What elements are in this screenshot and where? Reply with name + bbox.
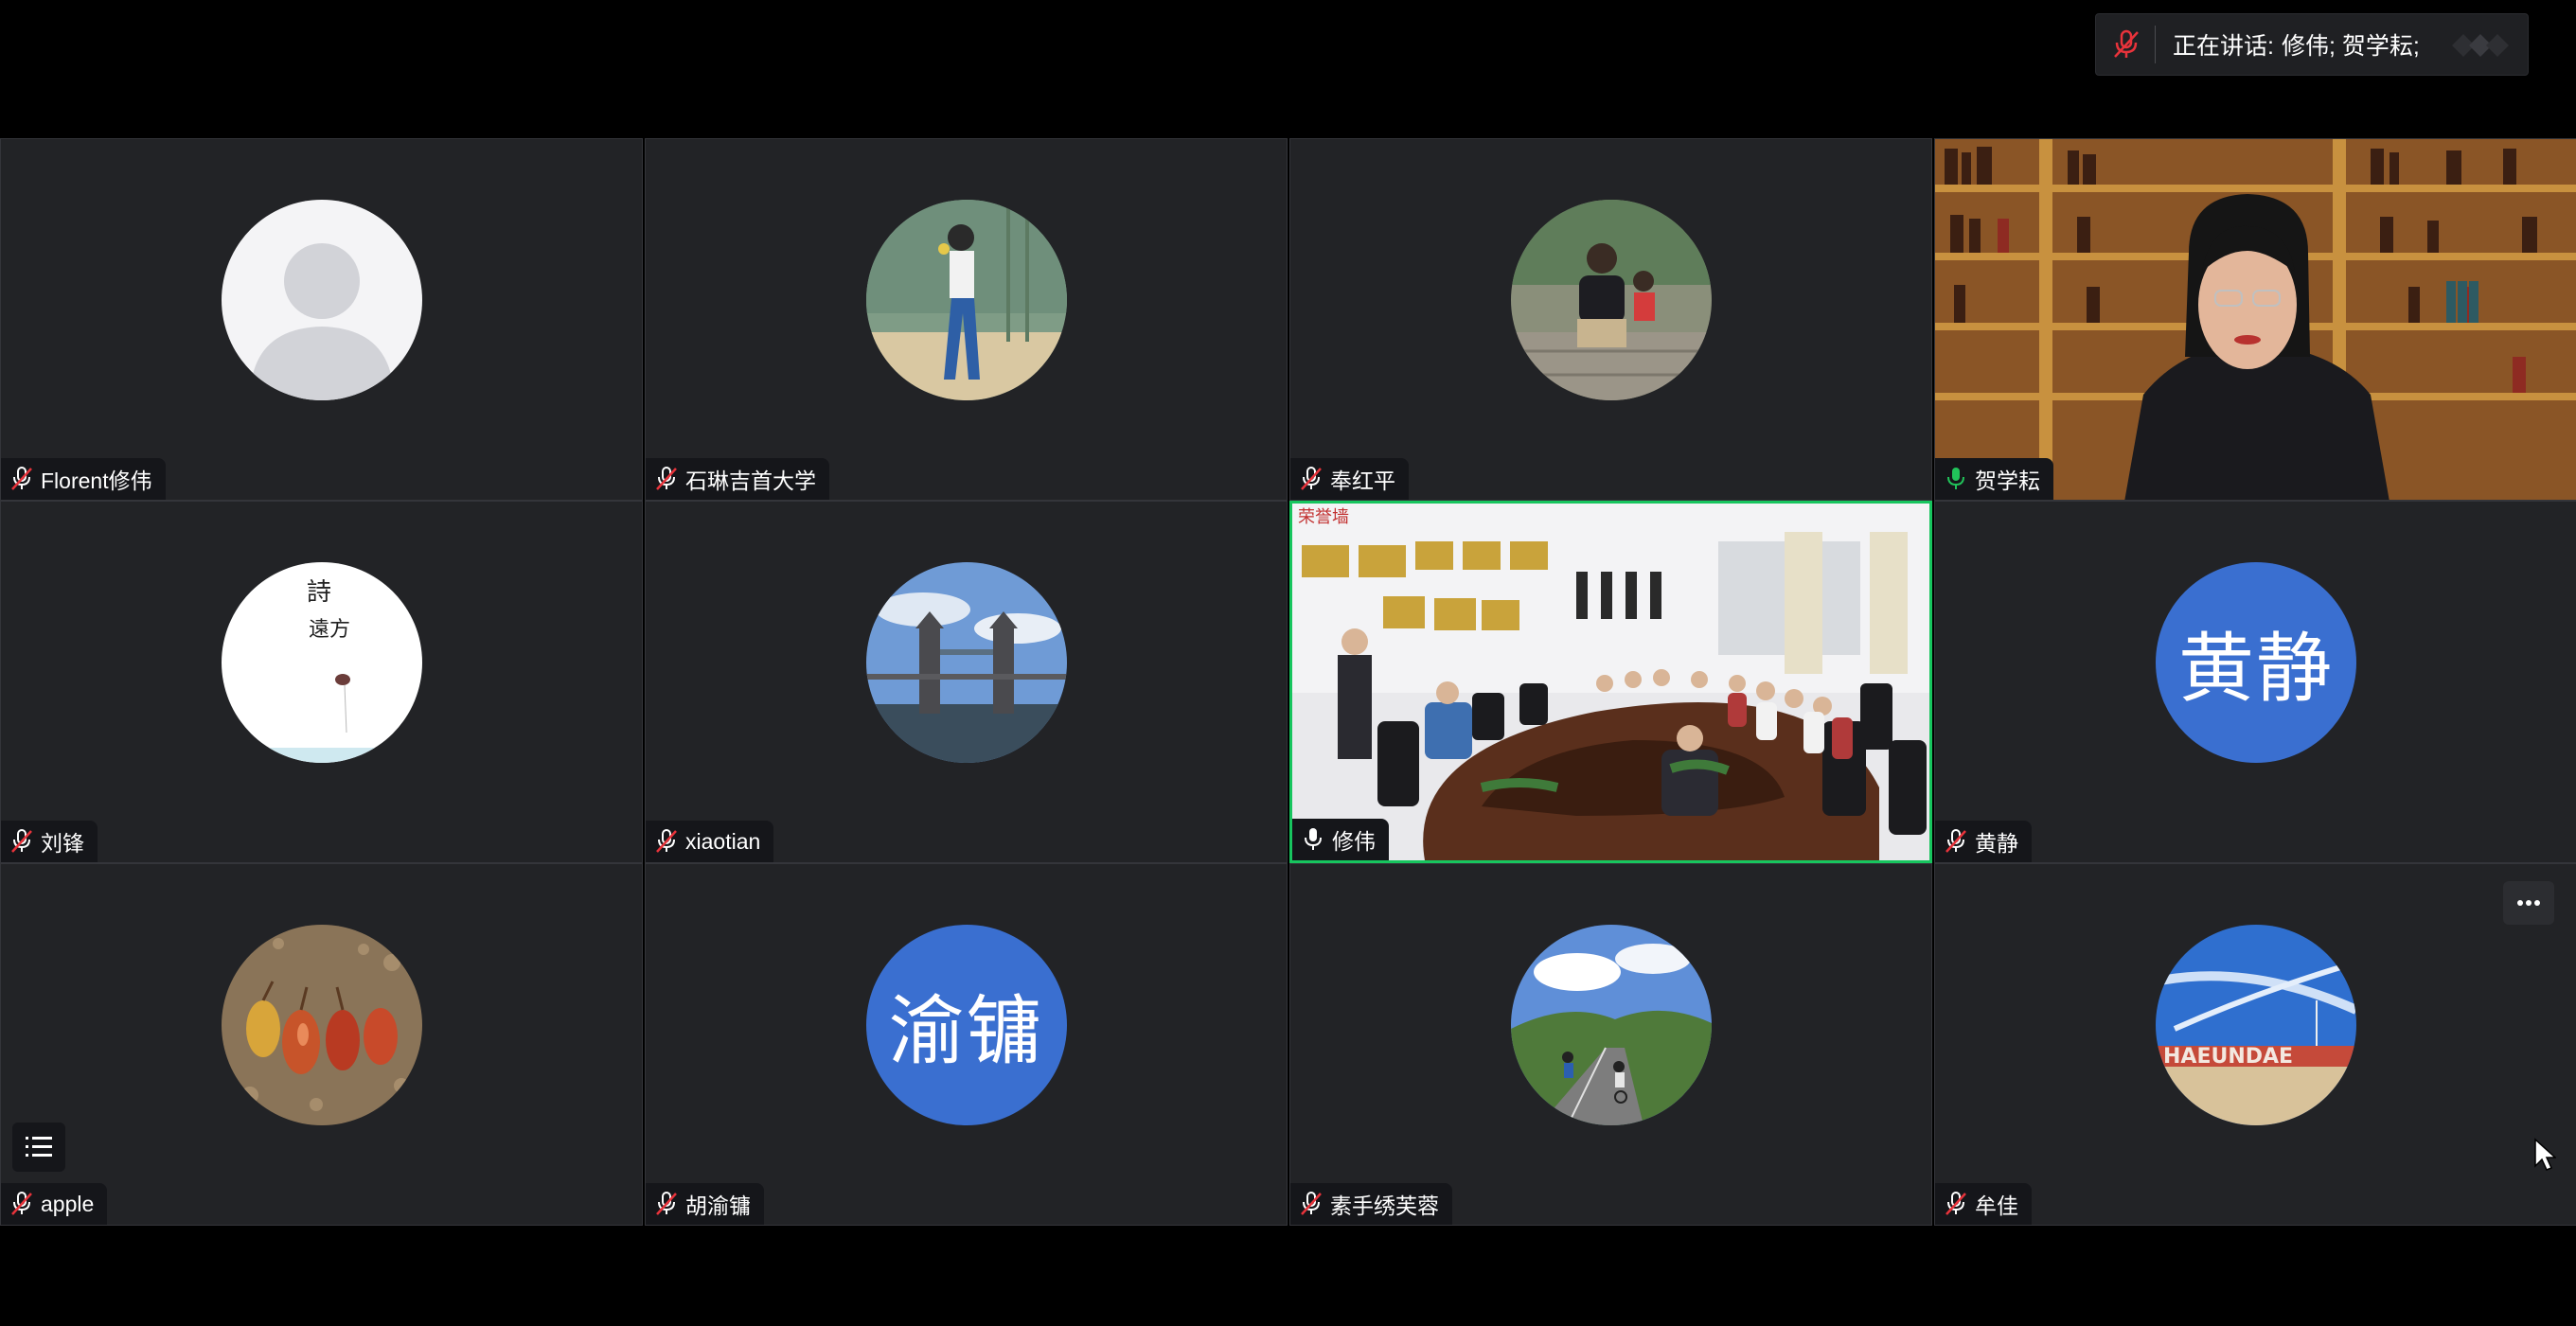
avatar bbox=[1510, 925, 1712, 1125]
avatar: 詩 遠方 bbox=[221, 562, 422, 763]
participant-tile[interactable]: xiaotian bbox=[645, 501, 1288, 863]
avatar bbox=[865, 562, 1067, 763]
participant-tile[interactable]: 黄静 黄静 bbox=[1934, 501, 2576, 863]
bottom-bar bbox=[0, 1226, 2576, 1326]
muted-mic-icon bbox=[653, 465, 680, 493]
speaking-label: 正在讲话: bbox=[2173, 33, 2274, 60]
participant-name: 牟佳 bbox=[1975, 1193, 2018, 1218]
participant-tile[interactable]: HAEUNDAE 牟佳 bbox=[1934, 863, 2576, 1226]
list-icon bbox=[26, 1137, 52, 1157]
muted-mic-icon bbox=[9, 1190, 35, 1218]
initials-avatar: 黄静 bbox=[2156, 562, 2356, 763]
speaking-text: 正在讲话: 修伟; 贺学耘; bbox=[2173, 27, 2420, 62]
svg-text:詩: 詩 bbox=[307, 578, 331, 607]
initials-avatar: 渝镛 bbox=[865, 925, 1067, 1125]
name-tag: 修伟 bbox=[1292, 819, 1389, 860]
participant-name: 石琳吉首大学 bbox=[685, 469, 816, 493]
participant-name: Florent修伟 bbox=[41, 469, 152, 493]
participant-name: xiaotian bbox=[685, 828, 761, 854]
participant-tile[interactable]: 詩 遠方 刘锋 bbox=[0, 501, 643, 863]
participant-name: 黄静 bbox=[1975, 831, 2018, 856]
name-tag: Florent修伟 bbox=[1, 458, 166, 500]
muted-mic-icon bbox=[653, 827, 680, 856]
name-tag: 胡渝镛 bbox=[646, 1183, 764, 1225]
svg-text:荣誉墙: 荣誉墙 bbox=[1298, 507, 1349, 527]
participant-name: 贺学耘 bbox=[1975, 469, 2040, 493]
collapse-handle-icon[interactable] bbox=[2444, 27, 2518, 63]
name-tag: 石琳吉首大学 bbox=[646, 458, 829, 500]
name-tag: 刘锋 bbox=[1, 821, 98, 862]
participant-tile[interactable]: 素手绣芙蓉 bbox=[1289, 863, 1932, 1226]
muted-mic-icon bbox=[9, 827, 35, 856]
participant-name: 刘锋 bbox=[41, 831, 84, 856]
meeting-screen: 正在讲话: 修伟; 贺学耘; Florent修伟 石琳吉首大学 奉红平 贺学耘 … bbox=[0, 0, 2576, 1326]
more-options-button[interactable] bbox=[2503, 881, 2554, 925]
muted-mic-icon bbox=[1943, 827, 1969, 856]
participant-name: 修伟 bbox=[1332, 829, 1376, 854]
name-tag: 素手绣芙蓉 bbox=[1290, 1183, 1452, 1225]
participant-name: 素手绣芙蓉 bbox=[1330, 1193, 1439, 1218]
mic-icon bbox=[1300, 825, 1326, 854]
participant-tile[interactable]: 石琳吉首大学 bbox=[645, 138, 1288, 501]
muted-mic-icon bbox=[653, 1190, 680, 1218]
avatar bbox=[1510, 200, 1712, 400]
participant-list-button[interactable] bbox=[12, 1123, 65, 1172]
participant-tile[interactable]: 贺学耘 bbox=[1934, 138, 2576, 501]
muted-mic-icon bbox=[1298, 465, 1324, 493]
name-tag: 黄静 bbox=[1935, 821, 2032, 862]
svg-text:遠方: 遠方 bbox=[309, 618, 350, 642]
participant-tile-active-speaker[interactable]: 荣誉墙 修伟 bbox=[1289, 501, 1932, 863]
participant-video: 荣誉墙 bbox=[1292, 504, 1929, 860]
participant-tile[interactable]: apple bbox=[0, 863, 643, 1226]
speaking-indicator: 正在讲话: 修伟; 贺学耘; bbox=[2095, 13, 2529, 76]
avatar: HAEUNDAE bbox=[2156, 925, 2356, 1125]
participant-grid: Florent修伟 石琳吉首大学 奉红平 贺学耘 詩 遠方 刘锋 xiaotia… bbox=[0, 138, 2576, 1226]
participant-tile[interactable]: 奉红平 bbox=[1289, 138, 1932, 501]
mic-icon bbox=[1943, 465, 1969, 493]
avatar bbox=[865, 200, 1067, 400]
name-tag: 牟佳 bbox=[1935, 1183, 2032, 1225]
participant-tile[interactable]: Florent修伟 bbox=[0, 138, 643, 501]
name-tag: 奉红平 bbox=[1290, 458, 1409, 500]
participant-video bbox=[1935, 139, 2576, 500]
name-tag: xiaotian bbox=[646, 821, 774, 862]
mouse-cursor-icon bbox=[2534, 1138, 2556, 1171]
avatar bbox=[221, 200, 422, 400]
avatar bbox=[221, 925, 422, 1125]
muted-mic-icon bbox=[1298, 1190, 1324, 1218]
more-icon bbox=[2517, 900, 2540, 906]
speaking-names: 修伟; 贺学耘; bbox=[2281, 33, 2420, 60]
participant-tile[interactable]: 渝镛 胡渝镛 bbox=[645, 863, 1288, 1226]
muted-mic-icon bbox=[9, 465, 35, 493]
top-bar: 正在讲话: 修伟; 贺学耘; bbox=[0, 0, 2576, 138]
participant-name: 胡渝镛 bbox=[685, 1193, 751, 1218]
muted-mic-icon bbox=[1943, 1190, 1969, 1218]
name-tag: apple bbox=[1, 1183, 108, 1225]
participant-name: 奉红平 bbox=[1330, 469, 1395, 493]
svg-text:HAEUNDAE: HAEUNDAE bbox=[2163, 1045, 2293, 1069]
divider bbox=[2155, 26, 2156, 63]
participant-name: apple bbox=[41, 1191, 95, 1216]
name-tag: 贺学耘 bbox=[1935, 458, 2053, 500]
muted-mic-icon bbox=[2109, 27, 2143, 62]
